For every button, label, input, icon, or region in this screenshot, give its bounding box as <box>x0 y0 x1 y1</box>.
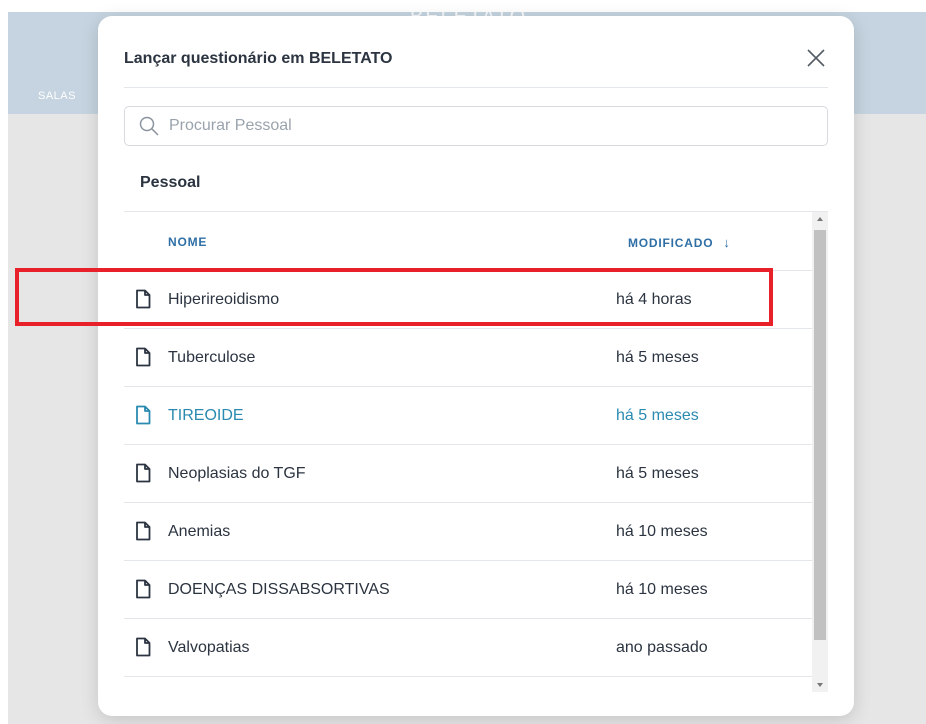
document-icon <box>134 347 152 372</box>
row-name: Tuberculose <box>168 349 256 366</box>
table-row[interactable]: Tuberculose há 5 meses <box>124 329 812 387</box>
document-icon <box>134 637 152 662</box>
column-header-name[interactable]: NOME <box>168 235 207 249</box>
table-body: Hiperireoidismo há 4 horas Tuberculose há 5… <box>124 271 812 677</box>
table-row[interactable]: Anemias há 10 meses <box>124 503 812 561</box>
scrollbar[interactable] <box>812 212 828 692</box>
row-modified: há 5 meses <box>616 349 699 366</box>
table-row[interactable]: Neoplasias do TGF há 5 meses <box>124 445 812 503</box>
row-modified: há 10 meses <box>616 581 708 598</box>
row-modified: ano passado <box>616 639 708 656</box>
table-row[interactable]: Hiperireoidismo há 4 horas <box>124 271 812 329</box>
row-modified: há 10 meses <box>616 523 708 540</box>
table-row[interactable]: DOENÇAS DISSABSORTIVAS há 10 meses <box>124 561 812 619</box>
row-modified: há 5 meses <box>616 465 699 482</box>
column-header-modified[interactable]: MODIFICADO ↓ <box>628 235 731 250</box>
document-icon <box>134 289 152 314</box>
document-icon <box>134 463 152 488</box>
row-name: Neoplasias do TGF <box>168 465 306 482</box>
row-name: Anemias <box>168 523 231 540</box>
scroll-down-icon[interactable] <box>812 678 828 692</box>
document-icon <box>134 521 152 546</box>
modal-title: Lançar questionário em BELETATO <box>124 50 393 67</box>
launch-questionnaire-modal: Lançar questionário em BELETATO Pessoal … <box>98 16 854 716</box>
questionnaire-table: NOME MODIFICADO ↓ Hiperireoidismo há 4 ho… <box>124 212 812 677</box>
document-icon <box>134 405 152 430</box>
row-modified: há 5 meses <box>616 407 699 424</box>
table-row[interactable]: TIREOIDE há 5 meses <box>124 387 812 445</box>
search-icon <box>139 116 159 136</box>
table-header: NOME MODIFICADO ↓ <box>124 212 812 271</box>
table-row[interactable]: Valvopatias ano passado <box>124 619 812 677</box>
scroll-up-icon[interactable] <box>812 212 828 226</box>
column-header-modified-label: MODIFICADO <box>628 235 714 250</box>
row-name: TIREOIDE <box>168 407 244 424</box>
arrow-down-icon: ↓ <box>723 235 731 250</box>
scrollbar-thumb[interactable] <box>814 230 826 640</box>
title-divider <box>124 87 828 88</box>
document-icon <box>134 579 152 604</box>
background-nav-salas[interactable]: SALAS <box>38 90 76 102</box>
search-input[interactable] <box>167 116 811 136</box>
close-icon[interactable] <box>804 46 828 70</box>
section-title: Pessoal <box>140 174 201 191</box>
search-field[interactable] <box>124 106 828 146</box>
row-name: Valvopatias <box>168 639 250 656</box>
row-name: DOENÇAS DISSABSORTIVAS <box>168 581 390 598</box>
row-name: Hiperireoidismo <box>168 291 280 308</box>
row-modified: há 4 horas <box>616 291 692 308</box>
